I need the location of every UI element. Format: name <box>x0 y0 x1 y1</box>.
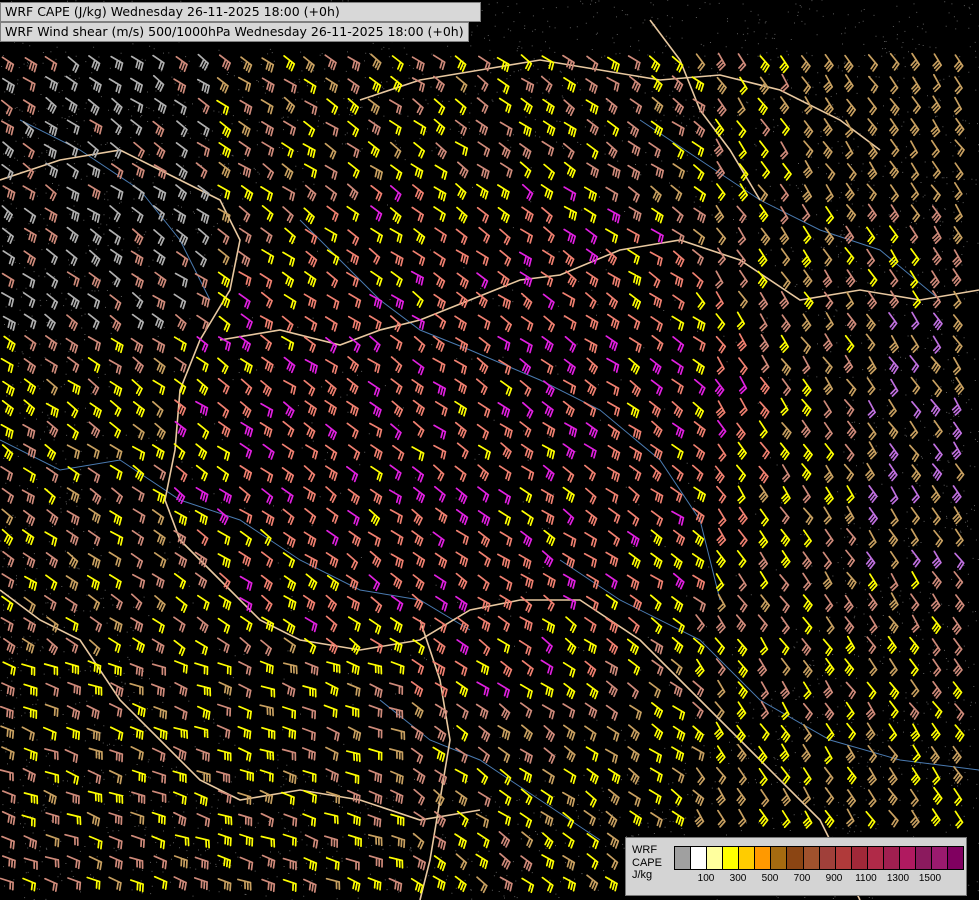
legend-title: WRF CAPE J/kg <box>632 844 662 882</box>
map-title-wind-shear: WRF Wind shear (m/s) 500/1000hPa Wednesd… <box>0 22 469 42</box>
legend-swatch <box>707 847 724 869</box>
legend-variable: CAPE <box>632 856 662 869</box>
legend-swatch <box>948 847 964 869</box>
legend-swatch <box>819 847 836 869</box>
legend-model: WRF <box>632 844 658 856</box>
cape-legend: WRF CAPE J/kg 100 300 500 700 900 1100 1300 150… <box>625 837 967 896</box>
legend-color-scale <box>674 846 964 870</box>
legend-swatch <box>691 847 708 869</box>
map-title-cape: WRF CAPE (J/kg) Wednesday 26-11-2025 18:… <box>0 2 481 22</box>
weather-map <box>0 0 979 900</box>
legend-tick-label: 500 <box>761 873 779 884</box>
legend-swatch <box>932 847 949 869</box>
legend-swatch <box>851 847 868 869</box>
legend-tick-label: 1300 <box>886 873 910 884</box>
legend-swatch <box>755 847 772 869</box>
legend-swatch <box>675 847 692 869</box>
legend-swatch <box>723 847 740 869</box>
legend-swatch <box>739 847 756 869</box>
legend-tick-label: 900 <box>825 873 843 884</box>
legend-unit: J/kg <box>632 869 653 881</box>
legend-swatch <box>899 847 916 869</box>
legend-swatch <box>883 847 900 869</box>
legend-swatch <box>771 847 788 869</box>
legend-tick-label: 1100 <box>855 873 877 884</box>
legend-swatch <box>787 847 804 869</box>
legend-ticks: 100 300 500 700 900 1100 1300 1500 <box>674 873 962 887</box>
legend-tick-label: 700 <box>793 873 811 884</box>
legend-tick-label: 300 <box>729 873 747 884</box>
legend-swatch <box>803 847 820 869</box>
legend-swatch <box>835 847 852 869</box>
legend-tick-label: 100 <box>697 873 715 884</box>
legend-swatch <box>915 847 932 869</box>
map-background <box>0 0 979 900</box>
legend-tick-label: 1500 <box>918 873 942 884</box>
legend-swatch <box>867 847 884 869</box>
